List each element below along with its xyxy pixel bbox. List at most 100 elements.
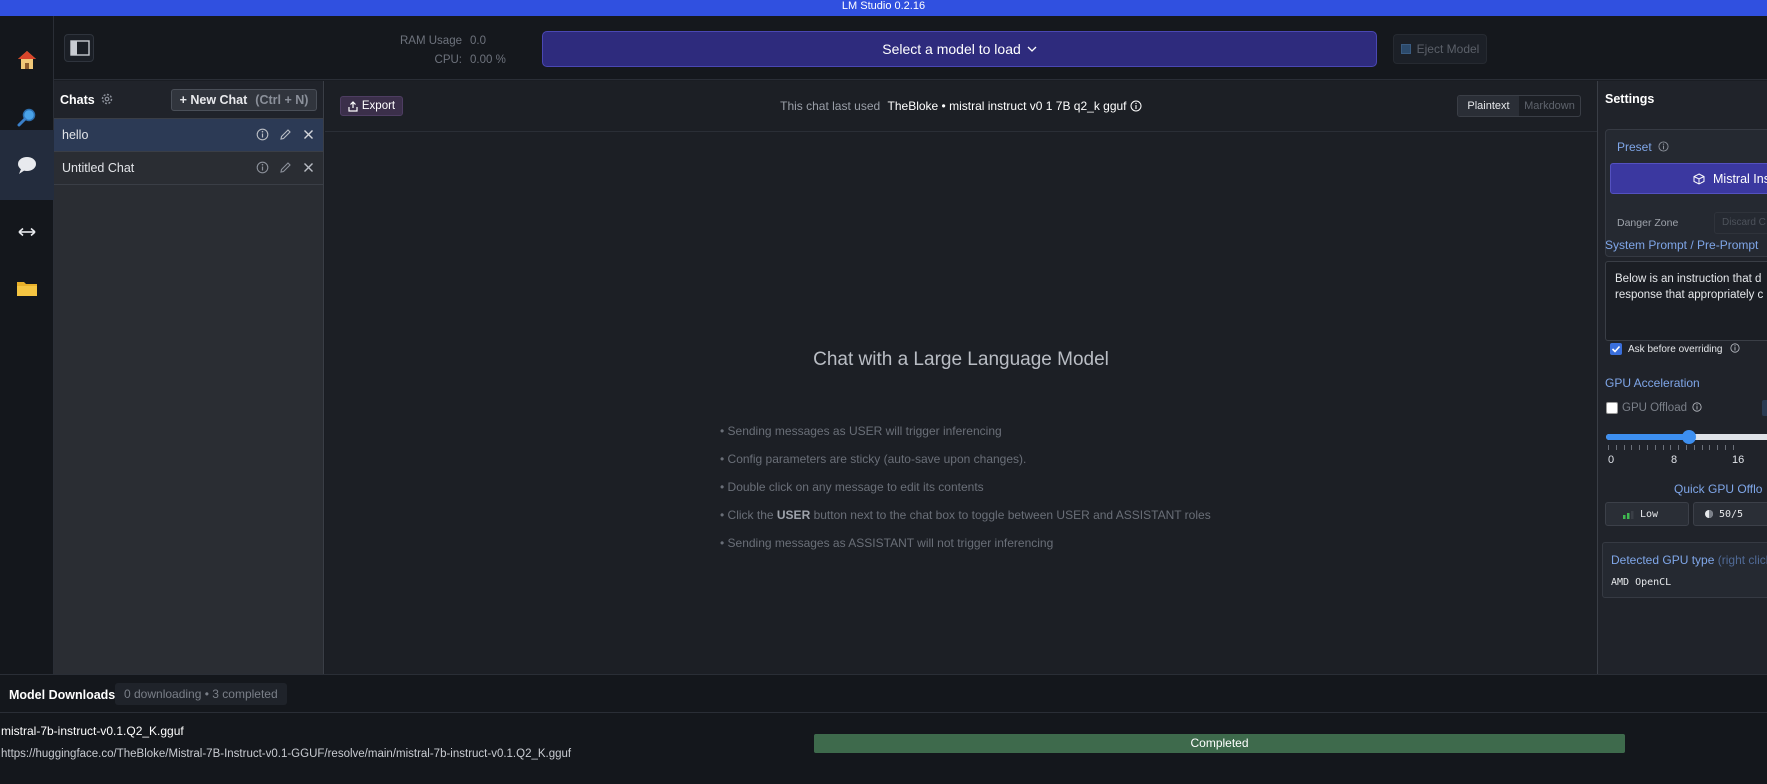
slider-tick bbox=[1725, 445, 1726, 450]
format-toggle: Plaintext Markdown bbox=[1457, 95, 1581, 117]
quick-gpu-offload-label: Quick GPU Offlo bbox=[1674, 482, 1763, 496]
quick-offload-half-button[interactable]: 50/5 bbox=[1693, 502, 1767, 526]
last-used-model-name: TheBloke • mistral instruct v0 1 7B q2_k… bbox=[887, 99, 1127, 113]
edit-icon[interactable] bbox=[279, 128, 292, 141]
arrows-horizontal-icon bbox=[18, 227, 36, 237]
tip-item: • Sending messages as USER will trigger … bbox=[720, 424, 1002, 438]
detected-gpu-hint: (right click bbox=[1717, 553, 1767, 567]
chats-sidebar: Chats + New Chat (Ctrl + N) hello Untitl… bbox=[54, 81, 324, 674]
nav-rail bbox=[0, 16, 54, 674]
chat-item-name: Untitled Chat bbox=[62, 161, 135, 175]
quick-offload-low-button[interactable]: Low bbox=[1605, 502, 1689, 526]
slider-tick-label: 0 bbox=[1608, 454, 1615, 466]
tip-item: • Double click on any message to edit it… bbox=[720, 480, 984, 494]
download-file-name: mistral-7b-instruct-v0.1.Q2_K.gguf bbox=[1, 724, 184, 738]
gpu-offload-slider[interactable] bbox=[1606, 430, 1767, 444]
settings-title: Settings bbox=[1605, 92, 1655, 106]
slider-tick bbox=[1647, 445, 1648, 450]
ram-value: 0.0 bbox=[470, 35, 486, 47]
slider-handle[interactable] bbox=[1682, 430, 1697, 444]
empty-state-tips: • Sending messages as USER will trigger … bbox=[720, 417, 1211, 557]
signal-low-icon bbox=[1623, 510, 1634, 519]
info-icon[interactable] bbox=[1658, 141, 1669, 152]
preset-label: Preset bbox=[1617, 140, 1669, 154]
slider-ticks bbox=[1606, 445, 1767, 451]
edit-icon[interactable] bbox=[279, 161, 292, 174]
close-icon[interactable] bbox=[302, 128, 315, 141]
cpu-value: 0.00 % bbox=[470, 54, 506, 66]
detected-gpu-section: Detected GPU type (right click AMD OpenC… bbox=[1602, 542, 1767, 598]
gear-icon[interactable] bbox=[100, 92, 114, 106]
detected-gpu-label: Detected GPU type (right click bbox=[1611, 553, 1767, 567]
gpu-acceleration-label: GPU Acceleration bbox=[1605, 376, 1700, 390]
gpu-offload-checkbox[interactable] bbox=[1606, 402, 1618, 414]
preset-label-text: Preset bbox=[1617, 140, 1652, 154]
slider-tick bbox=[1678, 445, 1680, 450]
checkmark-icon bbox=[1611, 345, 1621, 353]
chat-list-item[interactable]: hello bbox=[54, 119, 323, 152]
window-title: LM Studio 0.2.16 bbox=[841, 0, 926, 12]
slider-tick bbox=[1732, 445, 1734, 450]
info-icon[interactable] bbox=[256, 128, 269, 141]
last-used-model: This chat last used TheBloke • mistral i… bbox=[325, 99, 1597, 113]
slider-fill bbox=[1606, 434, 1690, 440]
tip-user-bold: USER bbox=[776, 508, 811, 522]
ask-override-checkbox[interactable] bbox=[1610, 343, 1622, 355]
cube-icon bbox=[1693, 172, 1705, 185]
chevron-down-icon bbox=[1027, 46, 1037, 52]
window-titlebar: LM Studio 0.2.16 bbox=[0, 0, 1767, 16]
chats-header: Chats + New Chat (Ctrl + N) bbox=[54, 81, 323, 119]
model-downloads-panel: Model Downloads 0 downloading • 3 comple… bbox=[0, 674, 1767, 784]
download-url[interactable]: https://huggingface.co/TheBloke/Mistral-… bbox=[1, 748, 571, 760]
format-plaintext-option[interactable]: Plaintext bbox=[1458, 96, 1519, 116]
gpu-offload-text: GPU Offload bbox=[1622, 402, 1687, 414]
rail-home[interactable] bbox=[0, 28, 54, 92]
eject-label: Eject Model bbox=[1416, 42, 1480, 56]
gpu-layers-input[interactable] bbox=[1762, 400, 1767, 416]
empty-state-heading: Chat with a Large Language Model bbox=[813, 349, 1109, 370]
download-status-label: Completed bbox=[1190, 736, 1249, 750]
close-icon[interactable] bbox=[302, 161, 315, 174]
slider-tick bbox=[1608, 445, 1609, 450]
model-select-button[interactable]: Select a model to load bbox=[542, 31, 1377, 67]
preset-value: Mistral Ins bbox=[1713, 171, 1767, 186]
discard-button[interactable]: Discard C bbox=[1714, 212, 1767, 234]
slider-tick bbox=[1662, 445, 1664, 450]
last-used-prefix: This chat last used bbox=[780, 99, 881, 113]
settings-panel: Settings Preset Mistral Ins Danger Zone … bbox=[1597, 81, 1767, 674]
format-markdown-option[interactable]: Markdown bbox=[1519, 96, 1580, 116]
system-prompt-textarea[interactable]: Below is an instruction that d response … bbox=[1605, 261, 1767, 341]
sidebar-toggle-button[interactable] bbox=[64, 34, 94, 62]
rail-chat[interactable] bbox=[0, 130, 54, 200]
ask-override-text: Ask before overriding bbox=[1628, 344, 1723, 355]
system-prompt-line: response that appropriately c bbox=[1615, 289, 1764, 301]
info-icon[interactable] bbox=[1130, 100, 1142, 112]
home-icon bbox=[18, 51, 36, 69]
slider-tick bbox=[1654, 445, 1656, 450]
info-icon[interactable] bbox=[1730, 343, 1740, 353]
preset-select-button[interactable]: Mistral Ins bbox=[1610, 163, 1767, 194]
half-circle-icon bbox=[1705, 510, 1713, 518]
new-chat-label: + New Chat bbox=[179, 93, 248, 107]
resource-stats: RAM Usage 0.0 CPU: 0.00 % bbox=[380, 32, 510, 70]
sidebar-toggle-icon bbox=[70, 40, 90, 56]
chat-item-name: hello bbox=[62, 128, 89, 142]
detected-gpu-title: Detected GPU type bbox=[1611, 553, 1715, 567]
slider-tick-label: 8 bbox=[1671, 454, 1678, 466]
danger-zone-label: Danger Zone bbox=[1617, 217, 1679, 229]
slider-tick bbox=[1639, 445, 1641, 450]
chat-list-item[interactable]: Untitled Chat bbox=[54, 152, 323, 185]
system-prompt-line: Below is an instruction that d bbox=[1615, 273, 1762, 285]
rail-server[interactable] bbox=[0, 200, 54, 264]
info-icon[interactable] bbox=[256, 161, 269, 174]
info-icon[interactable] bbox=[1692, 402, 1702, 412]
new-chat-button[interactable]: + New Chat (Ctrl + N) bbox=[171, 89, 317, 111]
tip-item: • Sending messages as ASSISTANT will not… bbox=[720, 536, 1054, 550]
eject-model-button[interactable]: Eject Model bbox=[1393, 34, 1487, 64]
gpu-offload-label: GPU Offload bbox=[1622, 402, 1702, 414]
chat-header: Export This chat last used TheBloke • mi… bbox=[325, 81, 1597, 132]
tip-user-prefix: • Click the bbox=[720, 508, 777, 522]
slider-tick bbox=[1615, 445, 1617, 450]
rail-folder[interactable] bbox=[0, 256, 54, 320]
slider-tick bbox=[1623, 445, 1625, 450]
